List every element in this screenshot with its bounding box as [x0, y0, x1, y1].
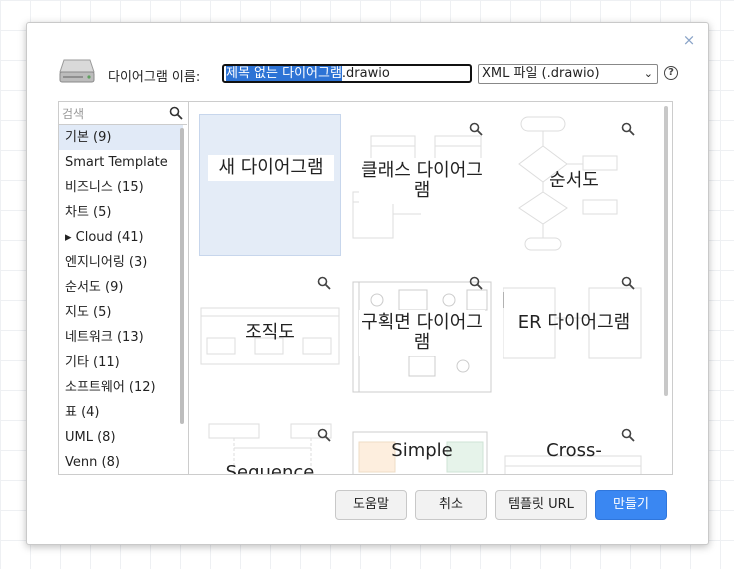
template-cross-functional[interactable]: Cross-: [503, 420, 645, 474]
category-item-software[interactable]: 소프트웨어 (12): [59, 375, 183, 400]
file-format-value: XML 파일 (.drawio): [482, 66, 600, 81]
cancel-button[interactable]: 취소: [415, 490, 487, 520]
search-box[interactable]: 검색: [59, 102, 187, 125]
preview-icon[interactable]: [621, 276, 635, 290]
category-item-charts[interactable]: 차트 (5): [59, 200, 183, 225]
new-diagram-dialog: × 다이어그램 이름: 제목 없는 다이어그램.drawio XML 파일 (.…: [26, 22, 709, 545]
close-icon[interactable]: ×: [682, 33, 696, 48]
category-item-network[interactable]: 네트워크 (13): [59, 325, 183, 350]
template-label: 새 다이어그램: [208, 155, 334, 181]
category-item-other[interactable]: 기타 (11): [59, 350, 183, 375]
template-label: 순서도: [549, 170, 599, 191]
preview-icon[interactable]: [317, 276, 331, 290]
category-item-business[interactable]: 비즈니스 (15): [59, 175, 183, 200]
template-grid-scrollbar[interactable]: [664, 106, 668, 396]
template-flowchart[interactable]: 순서도: [503, 114, 645, 256]
category-item-engineering[interactable]: 엔지니어링 (3): [59, 250, 183, 275]
category-item-basic[interactable]: 기본 (9): [59, 125, 183, 150]
category-list: 기본 (9) Smart Template 비즈니스 (15) 차트 (5) ▸…: [59, 125, 183, 474]
diagram-name-input[interactable]: 제목 없는 다이어그램.drawio: [222, 64, 472, 83]
preview-icon[interactable]: [621, 122, 635, 136]
template-org-chart[interactable]: 조직도: [199, 268, 341, 410]
chevron-down-icon: ⌄: [643, 67, 653, 80]
preview-icon[interactable]: [621, 428, 635, 442]
template-sequence[interactable]: Sequence: [199, 420, 341, 474]
template-label: Cross-: [546, 440, 602, 461]
category-item-smart-template[interactable]: Smart Template: [59, 150, 183, 175]
category-item-venn[interactable]: Venn (8): [59, 450, 183, 474]
category-item-uml[interactable]: UML (8): [59, 425, 183, 450]
template-grid: 새 다이어그램 클래스 다이어그램 순서도 조직도 구획면 다이어그램 ER 다…: [189, 102, 672, 474]
template-label: 구획면 다이어그램: [359, 310, 485, 356]
category-item-maps[interactable]: 지도 (5): [59, 300, 183, 325]
preview-icon[interactable]: [469, 122, 483, 136]
disk-icon: [59, 59, 95, 83]
preview-icon[interactable]: [469, 276, 483, 290]
template-blank-diagram[interactable]: 새 다이어그램: [199, 114, 341, 256]
sidebar-scrollbar[interactable]: [180, 128, 184, 424]
search-icon[interactable]: [169, 106, 183, 120]
category-item-tables[interactable]: 표 (4): [59, 400, 183, 425]
help-icon[interactable]: ?: [664, 66, 678, 80]
template-label: 조직도: [245, 322, 295, 343]
template-label: 클래스 다이어그램: [359, 158, 485, 204]
file-format-select[interactable]: XML 파일 (.drawio) ⌄: [478, 64, 658, 84]
template-label: Sequence: [225, 462, 315, 475]
template-er-diagram[interactable]: ER 다이어그램: [503, 268, 645, 410]
template-label: Simple: [391, 440, 453, 461]
template-panel: 검색 기본 (9) Smart Template 비즈니스 (15) 차트 (5…: [58, 101, 673, 475]
filename-extension: .drawio: [341, 66, 390, 81]
search-placeholder: 검색: [62, 107, 85, 121]
filename-selected-text: 제목 없는 다이어그램: [226, 66, 342, 81]
category-item-cloud[interactable]: ▸ Cloud (41): [59, 225, 183, 250]
template-simple[interactable]: Simple: [351, 420, 493, 474]
create-button[interactable]: 만들기: [595, 490, 667, 520]
template-url-button[interactable]: 템플릿 URL: [495, 490, 587, 520]
template-label: ER 다이어그램: [517, 312, 631, 333]
category-item-flowchart[interactable]: 순서도 (9): [59, 275, 183, 300]
help-button[interactable]: 도움말: [335, 490, 407, 520]
diagram-name-label: 다이어그램 이름:: [108, 70, 201, 85]
template-class-diagram[interactable]: 클래스 다이어그램: [351, 114, 493, 256]
category-sidebar: 검색 기본 (9) Smart Template 비즈니스 (15) 차트 (5…: [59, 102, 189, 474]
preview-icon[interactable]: [317, 428, 331, 442]
template-floor-plan-diagram[interactable]: 구획면 다이어그램: [351, 268, 493, 410]
